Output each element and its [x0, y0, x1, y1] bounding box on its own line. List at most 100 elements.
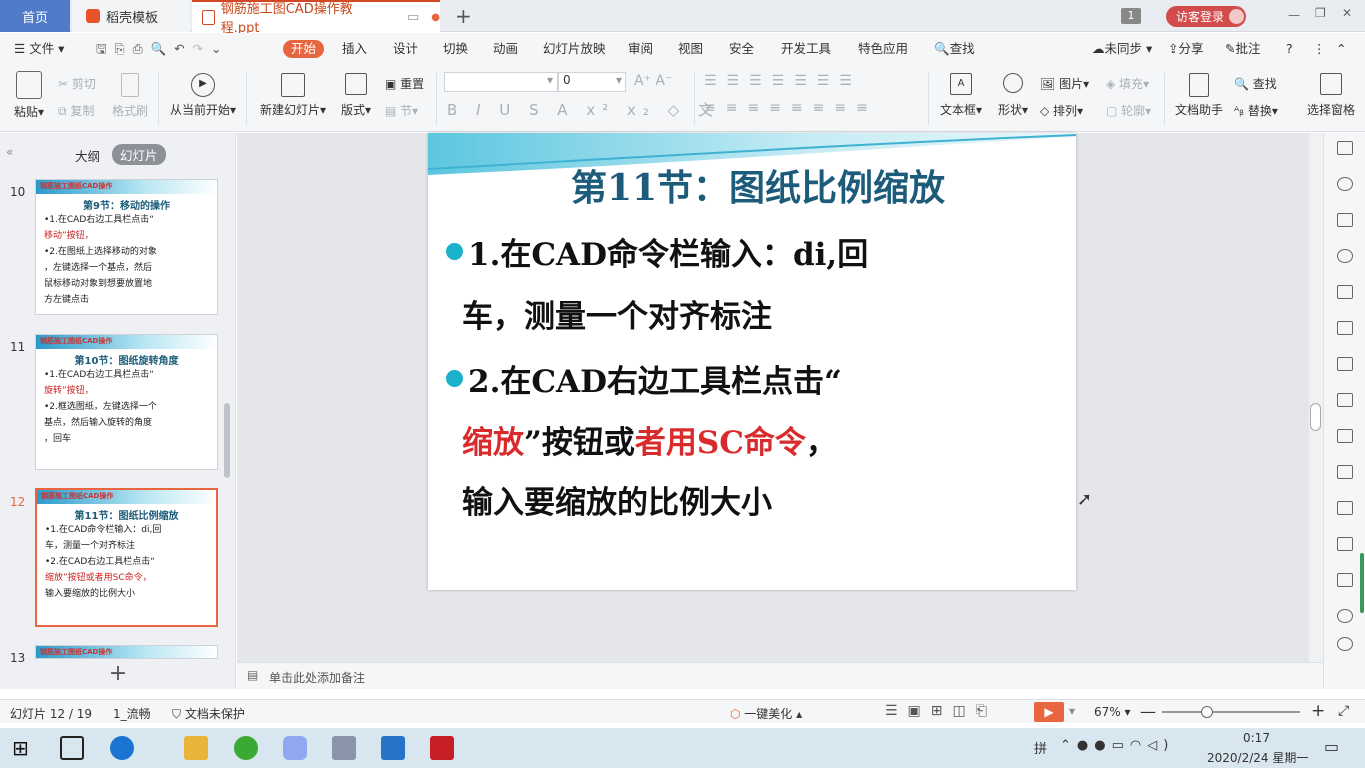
settings-icon[interactable]: [1337, 429, 1353, 443]
window-count-badge[interactable]: 1: [1121, 8, 1141, 24]
select-pane-button[interactable]: 选择窗格: [1306, 73, 1356, 118]
chart-icon[interactable]: [1337, 393, 1353, 407]
tab-template[interactable]: 稻壳模板: [72, 0, 190, 32]
help-icon[interactable]: ?: [1286, 40, 1293, 58]
comment-button[interactable]: ✎批注: [1225, 40, 1261, 58]
sidebar-icon[interactable]: [1337, 213, 1353, 227]
paste-button[interactable]: 粘贴▾: [14, 71, 44, 120]
sidebar-icon[interactable]: [1337, 249, 1353, 263]
minimize-icon[interactable]: —: [1288, 8, 1300, 22]
shape-button[interactable]: 形状▾: [996, 73, 1030, 118]
collapse-panel-icon[interactable]: «: [6, 145, 13, 159]
menu-transition[interactable]: 切换: [443, 40, 468, 58]
copy-button[interactable]: ⧉ 复制: [58, 102, 94, 119]
layout-button[interactable]: 版式▾: [339, 73, 373, 118]
menu-search[interactable]: 🔍查找: [934, 40, 975, 58]
sidebar-icon[interactable]: [1337, 637, 1353, 651]
fit-window-icon[interactable]: ⤢: [1338, 703, 1349, 719]
slide-thumbnail[interactable]: 钢筋施工图纸CAD操作: [35, 645, 218, 659]
font-family-select[interactable]: ▾: [444, 72, 558, 92]
font-size-select[interactable]: 0 ▾: [558, 72, 626, 92]
redo-icon[interactable]: ↷: [193, 41, 203, 56]
close-icon[interactable]: ✕: [1342, 6, 1352, 20]
menu-features[interactable]: 特色应用: [858, 40, 908, 58]
clock-time[interactable]: 0:17: [1243, 731, 1270, 745]
menu-developer[interactable]: 开发工具: [781, 40, 831, 58]
menu-start[interactable]: 开始: [283, 40, 325, 58]
sidebar-icon[interactable]: [1337, 141, 1353, 155]
find-button[interactable]: 🔍 查找: [1234, 75, 1277, 92]
format-painter-button[interactable]: 格式刷: [110, 73, 150, 119]
app-icon[interactable]: [381, 736, 405, 760]
textbox-button[interactable]: A 文本框▾: [940, 73, 982, 118]
tab-home[interactable]: 首页: [0, 0, 70, 32]
system-tray-icons[interactable]: ⌃●●▭◠◁): [1060, 738, 1174, 753]
file-explorer-icon[interactable]: [184, 736, 208, 760]
cut-button[interactable]: ✂ 剪切: [58, 75, 96, 92]
slide[interactable]: 第11节：图纸比例缩放 1.在CAD命令栏输入：di,回 车，测量一个对齐标注 …: [428, 133, 1076, 590]
menu-animation[interactable]: 动画: [493, 40, 518, 58]
maximize-icon[interactable]: ❐: [1315, 6, 1326, 20]
customize-icon[interactable]: ⌄: [211, 41, 221, 56]
more-icon[interactable]: ⋮: [1313, 40, 1326, 58]
share-button[interactable]: ⇪分享: [1168, 40, 1204, 58]
scroll-thumb[interactable]: [1310, 403, 1321, 431]
notification-icon[interactable]: ▭: [1324, 737, 1339, 756]
protection-status[interactable]: ⛉ 文档未保护: [172, 705, 245, 722]
zoom-slider[interactable]: [1162, 706, 1300, 718]
task-view-icon[interactable]: [60, 736, 84, 760]
audio-icon[interactable]: [1337, 609, 1353, 623]
browser-icon[interactable]: [234, 736, 258, 760]
grid-icon[interactable]: [1337, 357, 1353, 371]
clock-date[interactable]: 2020/2/24 星期一: [1207, 749, 1308, 766]
paragraph-align-buttons[interactable]: ≡≡≡≡≡≡≡≡: [704, 100, 878, 116]
zoom-slider-thumb[interactable]: [1201, 706, 1213, 718]
autocad-icon[interactable]: [430, 736, 454, 760]
sidebar-icon[interactable]: [1337, 285, 1353, 299]
fill-button[interactable]: ◈ 填充▾: [1106, 75, 1149, 92]
new-tab-button[interactable]: +: [455, 4, 472, 28]
undo-icon[interactable]: ↶: [174, 41, 184, 56]
app-icon[interactable]: [283, 736, 307, 760]
windows-start-icon[interactable]: ⊞: [12, 736, 36, 760]
zoom-in-button[interactable]: +: [1311, 701, 1325, 721]
new-slide-button[interactable]: 新建幻灯片▾: [258, 73, 328, 118]
menu-security[interactable]: 安全: [729, 40, 754, 58]
zoom-out-button[interactable]: —: [1140, 702, 1156, 721]
sync-status[interactable]: ☁未同步 ▾: [1092, 40, 1152, 58]
view-mode-buttons[interactable]: ☰▣⊞◫⎗: [885, 703, 997, 719]
section-button[interactable]: ▤ 节▾: [385, 102, 418, 119]
collapse-ribbon-icon[interactable]: ⌃: [1336, 40, 1346, 58]
video-app-icon[interactable]: [332, 736, 356, 760]
menu-insert[interactable]: 插入: [342, 40, 367, 58]
replace-button[interactable]: ᴬᵦ 替换▾: [1234, 102, 1278, 119]
sidebar-icon[interactable]: [1337, 537, 1353, 551]
paragraph-list-buttons[interactable]: ☰☰☰☰☰☰☰: [704, 73, 862, 89]
ime-indicator[interactable]: 拼: [1034, 738, 1047, 757]
file-menu[interactable]: ☰ 文件 ▾: [14, 40, 64, 58]
visitor-login-button[interactable]: 访客登录: [1166, 6, 1246, 27]
export-icon[interactable]: ⎘: [115, 41, 125, 56]
print-icon[interactable]: ⎙: [133, 41, 143, 56]
slides-tab[interactable]: 幻灯片: [112, 144, 166, 165]
arrange-button[interactable]: ◇ 排列▾: [1040, 102, 1083, 119]
save-icon[interactable]: 🖫: [96, 41, 107, 56]
picture-button[interactable]: 🖼 图片▾: [1040, 75, 1089, 92]
panel-scrollbar[interactable]: [224, 403, 230, 478]
picture-icon[interactable]: [1337, 573, 1353, 587]
preview-icon[interactable]: 🔍: [151, 41, 167, 56]
slide-thumbnail-selected[interactable]: 钢筋施工图纸CAD操作 第11节：图纸比例缩放 •1.在CAD命令栏输入：di,…: [35, 488, 218, 627]
sidebar-icon[interactable]: [1337, 177, 1353, 191]
menu-view[interactable]: 视图: [678, 40, 703, 58]
vertical-scrollbar[interactable]: [1309, 133, 1323, 662]
font-style-buttons[interactable]: B I U S A x² x₂ ◇ 文: [447, 99, 720, 120]
image-icon[interactable]: [1337, 465, 1353, 479]
table-icon[interactable]: [1337, 321, 1353, 335]
add-slide-button[interactable]: +: [0, 659, 236, 689]
theme-name[interactable]: 1_流畅: [113, 705, 151, 722]
outline-tab[interactable]: 大纲: [75, 146, 100, 165]
menu-slideshow[interactable]: 幻灯片放映: [543, 40, 606, 58]
tab-document[interactable]: 钢筋施工图CAD操作教程.ppt ▭ ●: [192, 0, 440, 36]
ie-browser-icon[interactable]: [110, 736, 134, 760]
menu-design[interactable]: 设计: [393, 40, 418, 58]
